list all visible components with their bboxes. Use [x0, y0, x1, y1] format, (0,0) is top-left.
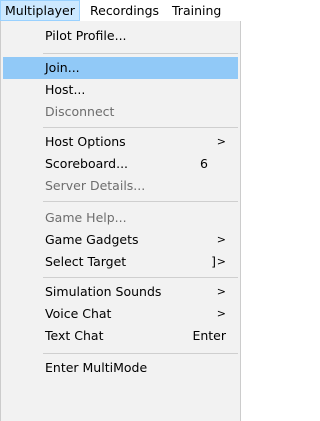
- menu-item-host[interactable]: Host...: [3, 79, 238, 101]
- menu-item-label: Scoreboard...: [45, 156, 129, 171]
- menu-item-label: Pilot Profile...: [45, 28, 127, 43]
- menu-separator: [43, 127, 238, 128]
- menu-item-select-target[interactable]: Select Target ] >: [3, 251, 238, 273]
- menu-item-label: Server Details...: [45, 178, 146, 193]
- submenu-arrow-icon: >: [216, 285, 226, 298]
- menu-item-voice-chat[interactable]: Voice Chat >: [3, 303, 238, 325]
- menu-bar: Multiplayer Recordings Training: [0, 0, 241, 22]
- submenu-arrow-icon: >: [216, 255, 226, 268]
- menu-item-join[interactable]: Join...: [3, 57, 238, 79]
- submenu-arrow-icon: >: [216, 307, 226, 320]
- menu-separator: [43, 201, 238, 202]
- submenu-arrow-icon: >: [216, 233, 226, 246]
- menu-item-disconnect: Disconnect: [3, 101, 238, 123]
- menu-item-game-help: Game Help...: [3, 207, 238, 229]
- menu-item-label: Game Help...: [45, 210, 127, 225]
- menu-item-label: Voice Chat: [45, 306, 112, 321]
- menu-item-shortcut: Enter: [192, 328, 226, 343]
- menu-item-scoreboard[interactable]: Scoreboard... 6: [3, 153, 238, 175]
- multiplayer-dropdown-menu: Pilot Profile... Join... Host... Disconn…: [0, 21, 241, 421]
- submenu-arrow-icon: >: [216, 135, 226, 148]
- menu-separator: [43, 53, 238, 54]
- menubar-training-label: Training: [172, 3, 222, 18]
- menu-item-shortcut: 6: [200, 156, 208, 171]
- menu-item-label: Join...: [45, 60, 80, 75]
- menu-item-pilot-profile[interactable]: Pilot Profile...: [3, 25, 238, 47]
- menu-item-game-gadgets[interactable]: Game Gadgets >: [3, 229, 238, 251]
- menu-item-simulation-sounds[interactable]: Simulation Sounds >: [3, 281, 238, 303]
- menu-item-label: Host...: [45, 82, 86, 97]
- menubar-multiplayer-label: Multiplayer: [5, 3, 75, 18]
- menu-item-server-details: Server Details...: [3, 175, 238, 197]
- menubar-training[interactable]: Training: [168, 0, 225, 21]
- menu-item-host-options[interactable]: Host Options >: [3, 131, 238, 153]
- menubar-recordings[interactable]: Recordings: [86, 0, 163, 21]
- menu-item-label: Enter MultiMode: [45, 360, 148, 375]
- menu-item-label: Host Options: [45, 134, 126, 149]
- menu-item-label: Select Target: [45, 254, 127, 269]
- menu-item-text-chat[interactable]: Text Chat Enter: [3, 325, 238, 347]
- menu-item-enter-multimode[interactable]: Enter MultiMode: [3, 357, 238, 379]
- menu-separator: [43, 277, 238, 278]
- menu-item-label: Text Chat: [45, 328, 104, 343]
- menubar-multiplayer[interactable]: Multiplayer: [0, 0, 80, 21]
- menubar-recordings-label: Recordings: [90, 3, 160, 18]
- menu-item-label: Game Gadgets: [45, 232, 139, 247]
- menu-separator: [43, 353, 238, 354]
- menu-item-label: Simulation Sounds: [45, 284, 162, 299]
- menu-item-label: Disconnect: [45, 104, 115, 119]
- menu-item-shortcut: ]: [211, 254, 216, 269]
